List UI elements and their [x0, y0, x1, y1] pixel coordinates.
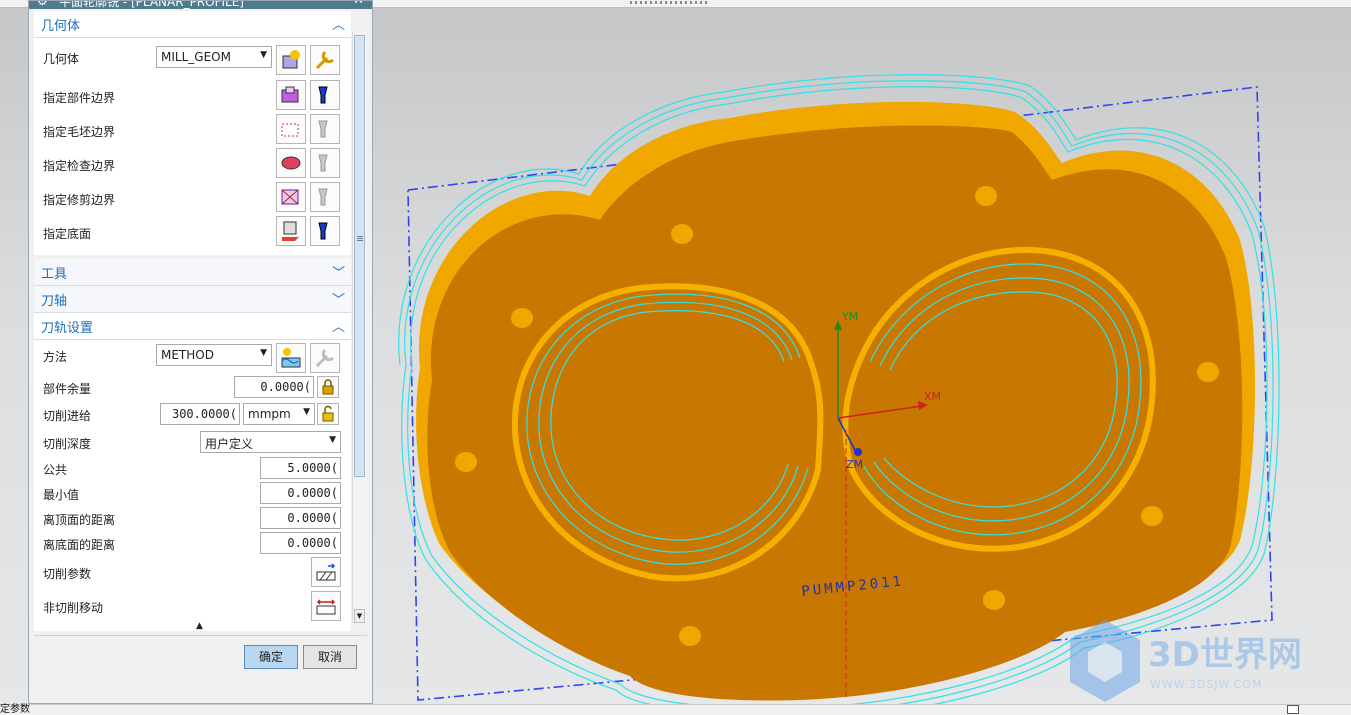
trim-boundary-select-button[interactable] — [276, 182, 306, 212]
blank-boundary-label: 指定毛坯边界 — [43, 125, 116, 139]
chevron-down-icon[interactable]: ﹀ — [332, 262, 345, 281]
feed-unit-value: mmpm — [248, 407, 291, 421]
bottom-distance-label: 离底面的距离 — [43, 538, 116, 552]
chevron-up-icon[interactable]: ︿ — [332, 316, 345, 335]
footer-divider — [34, 635, 367, 636]
axis-section-header[interactable]: 刀轴 ﹀ — [34, 286, 351, 313]
part-boundary-flashlight-button[interactable] — [310, 80, 340, 110]
edit-geometry-button[interactable] — [310, 45, 340, 75]
planar-profile-dialog: ⚙ 平面轮廓铣 - [PLANAR_PROFILE] ✕ 几何体 ︿ 几何体 M… — [28, 0, 373, 704]
bolt-hole — [1197, 362, 1219, 382]
bolt-hole — [983, 590, 1005, 610]
dialog-content: 几何体 ︿ 几何体 MILL_GEOM ▼ 指定部件边界 指定毛坯边界 指定检查… — [34, 11, 351, 631]
minimum-input[interactable]: 0.0000( — [260, 482, 341, 504]
geometry-section-header[interactable]: 几何体 ︿ — [34, 11, 351, 38]
floor-flashlight-button[interactable] — [310, 216, 340, 246]
top-distance-label: 离顶面的距离 — [43, 513, 116, 527]
minimum-label: 最小值 — [43, 488, 80, 502]
dialog-scrollbar[interactable]: ▼ — [352, 31, 367, 623]
bolt-hole — [679, 626, 701, 646]
axis-label-xm: XM — [924, 390, 941, 403]
part-boundary-label: 指定部件边界 — [43, 91, 116, 105]
depth-label: 切削深度 — [43, 437, 92, 451]
geometry-label: 几何体 — [43, 52, 80, 66]
bolt-hole — [671, 224, 693, 244]
common-input[interactable]: 5.0000( — [260, 457, 341, 479]
bolt-hole — [1141, 506, 1163, 526]
watermark-url: WWW.3DSJW.COM — [1150, 678, 1263, 691]
dropdown-arrow-icon: ▼ — [260, 50, 267, 60]
method-dropdown-value: METHOD — [161, 348, 214, 362]
tool-section-header[interactable]: 工具 ﹀ — [34, 259, 351, 286]
watermark: 3D世界网 WWW.3DSJW.COM — [1070, 620, 1302, 702]
trim-boundary-label: 指定修剪边界 — [43, 193, 116, 207]
axis-section-title: 刀轴 — [41, 294, 68, 309]
floor-label: 指定底面 — [43, 227, 92, 241]
dialog-titlebar[interactable]: ⚙ 平面轮廓铣 - [PLANAR_PROFILE] ✕ — [29, 1, 372, 9]
depth-dropdown-value: 用户定义 — [205, 437, 254, 451]
status-bar: 定参数 — [0, 704, 1351, 715]
dropdown-arrow-icon: ▼ — [303, 407, 310, 417]
ok-button[interactable]: 确定 — [244, 645, 298, 669]
dialog-title: 平面轮廓铣 - [PLANAR_PROFILE] — [59, 1, 244, 9]
bolt-hole — [975, 186, 997, 206]
geometry-section-title: 几何体 — [41, 19, 81, 34]
bolt-hole — [455, 452, 477, 472]
common-label: 公共 — [43, 463, 68, 477]
dropdown-arrow-icon: ▼ — [260, 348, 267, 358]
cut-params-button[interactable] — [311, 557, 341, 587]
tool-section-title: 工具 — [41, 267, 68, 282]
bottom-distance-input[interactable]: 0.0000( — [260, 532, 341, 554]
check-boundary-label: 指定检查边界 — [43, 159, 116, 173]
path-section-header[interactable]: 刀轨设置 ︿ — [34, 313, 351, 340]
new-geometry-button[interactable] — [276, 45, 306, 75]
cut-params-label: 切削参数 — [43, 567, 92, 581]
cancel-button[interactable]: 取消 — [303, 645, 357, 669]
axis-label-zm: ZM — [846, 458, 863, 471]
unlock-icon[interactable] — [317, 403, 339, 425]
part-stock-input[interactable]: 0.0000( — [234, 376, 314, 398]
watermark-title: 3D世界网 — [1148, 635, 1302, 675]
check-boundary-select-button[interactable] — [276, 148, 306, 178]
chevron-down-icon[interactable]: ﹀ — [332, 289, 345, 308]
scroll-down-arrow-icon[interactable]: ▼ — [354, 609, 365, 623]
collapse-up-arrow-icon[interactable]: ▲ — [196, 621, 203, 631]
path-settings-section: 刀轨设置 ︿ 方法 METHOD ▼ 部件余量 0.0000( 切削进给 300… — [34, 313, 351, 631]
part-boundary-select-button[interactable] — [276, 80, 306, 110]
method-dropdown[interactable]: METHOD ▼ — [156, 344, 272, 366]
bolt-hole — [511, 308, 533, 328]
check-boundary-flashlight-button[interactable] — [310, 148, 340, 178]
close-icon[interactable]: ✕ — [353, 1, 364, 8]
path-section-title: 刀轨设置 — [41, 321, 94, 336]
status-window-button[interactable] — [1287, 705, 1299, 714]
method-label: 方法 — [43, 350, 68, 364]
new-method-button[interactable] — [276, 343, 306, 373]
noncut-moves-label: 非切削移动 — [43, 601, 104, 615]
lock-icon[interactable] — [317, 376, 339, 398]
trim-boundary-flashlight-button[interactable] — [310, 182, 340, 212]
top-distance-input[interactable]: 0.0000( — [260, 507, 341, 529]
geometry-dropdown[interactable]: MILL_GEOM ▼ — [156, 46, 272, 68]
scrollbar-thumb[interactable] — [354, 35, 365, 477]
axis-label-ym: YM — [841, 310, 858, 323]
feed-input[interactable]: 300.0000( — [160, 403, 240, 425]
dropdown-arrow-icon: ▼ — [329, 435, 336, 445]
gear-icon: ⚙ — [37, 1, 48, 8]
depth-dropdown[interactable]: 用户定义 ▼ — [200, 431, 341, 453]
chevron-up-icon[interactable]: ︿ — [332, 14, 345, 33]
feed-unit-dropdown[interactable]: mmpm ▼ — [243, 403, 315, 425]
floor-select-button[interactable] — [276, 216, 306, 246]
blank-boundary-flashlight-button[interactable] — [310, 114, 340, 144]
noncut-moves-button[interactable] — [311, 591, 341, 621]
edit-method-button[interactable] — [310, 343, 340, 373]
geometry-dropdown-value: MILL_GEOM — [161, 50, 231, 64]
blank-boundary-select-button[interactable] — [276, 114, 306, 144]
geometry-section: 几何体 ︿ 几何体 MILL_GEOM ▼ 指定部件边界 指定毛坯边界 指定检查… — [34, 11, 351, 255]
pocket-left — [511, 283, 824, 582]
status-text: 定参数 — [0, 704, 30, 715]
part-stock-label: 部件余量 — [43, 382, 92, 396]
scrollbar-grip — [357, 236, 363, 242]
feed-label: 切削进给 — [43, 409, 92, 423]
